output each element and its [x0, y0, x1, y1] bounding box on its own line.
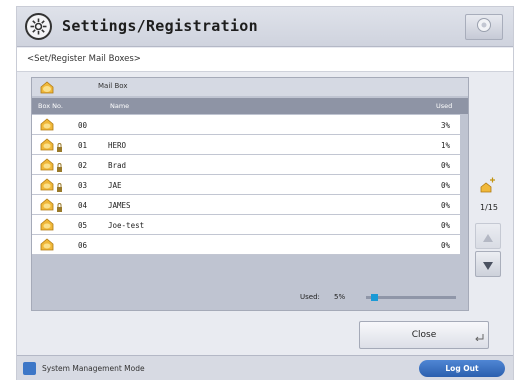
- mailbox-used: 0%: [440, 241, 450, 250]
- mailbox-used: 1%: [440, 141, 450, 150]
- column-used: Used: [436, 102, 453, 110]
- system-mode-icon: [23, 362, 36, 375]
- screen-subtitle: <Set/Register Mail Boxes>: [27, 54, 141, 64]
- jump-to-icon[interactable]: [477, 177, 499, 199]
- mailbox-name: Brad: [108, 161, 127, 170]
- system-mode-label: System Management Mode: [42, 364, 145, 373]
- logout-label: Log Out: [445, 364, 479, 373]
- used-value: 5%: [334, 293, 346, 301]
- mailbox-icon: [40, 118, 64, 134]
- mailbox-header: Mail Box: [32, 78, 468, 96]
- mailbox-icon: [40, 138, 64, 154]
- settings-gear-icon: [25, 13, 52, 40]
- mailbox-row[interactable]: 00 3%: [32, 115, 460, 135]
- page-down-button[interactable]: [475, 251, 501, 277]
- settings-registration-screen: Settings/Registration <Set/Register Mail…: [16, 6, 514, 380]
- mailbox-list-panel: Mail Box Box No. Name Used 00 3% 01 HERO 1% 0…: [31, 77, 469, 311]
- logout-button[interactable]: Log Out: [419, 360, 505, 377]
- mailbox-number: 06: [78, 241, 88, 250]
- mailbox-used: 0%: [440, 181, 450, 190]
- page-title: Settings/Registration: [62, 17, 258, 35]
- mailbox-number: 05: [78, 221, 88, 230]
- mailbox-used: 0%: [440, 161, 450, 170]
- page-up-button[interactable]: [475, 223, 501, 249]
- mailbox-icon: [40, 238, 64, 254]
- mailbox-number: 01: [78, 141, 88, 150]
- close-button[interactable]: Close: [359, 321, 489, 349]
- mailbox-number: 04: [78, 201, 88, 210]
- mailbox-used: 0%: [440, 201, 450, 210]
- column-header: Box No. Name Used: [32, 98, 468, 114]
- page-indicator: 1/15: [480, 203, 498, 212]
- arrow-up-icon: [483, 227, 493, 246]
- mailbox-label: Mail Box: [98, 82, 128, 90]
- used-label: Used:: [300, 293, 320, 301]
- mailbox-number: 02: [78, 161, 88, 170]
- mailbox-row[interactable]: 06 0%: [32, 235, 460, 255]
- mailbox-used: 0%: [440, 221, 450, 230]
- mailbox-number: 00: [78, 121, 88, 130]
- mailbox-rows: 00 3% 01 HERO 1% 02 Brad 0% 03 JAE 0% 04 JAMES 0% 05 Jo…: [32, 115, 460, 255]
- mailbox-name: HERO: [108, 141, 127, 150]
- mailbox-row[interactable]: 05 Joe-test 0%: [32, 215, 460, 235]
- mailbox-number: 03: [78, 181, 88, 190]
- used-progress-fill: [371, 294, 378, 301]
- mailbox-row[interactable]: 02 Brad 0%: [32, 155, 460, 175]
- home-button[interactable]: [465, 14, 503, 40]
- arrow-down-icon: [483, 255, 493, 274]
- home-icon: [476, 17, 492, 37]
- mailbox-icon: [40, 198, 64, 214]
- used-indicator: Used: 5%: [32, 285, 468, 309]
- status-bar: System Management Mode Log Out: [17, 355, 513, 380]
- mailbox-name: Joe-test: [108, 221, 145, 230]
- mailbox-name: JAMES: [108, 201, 131, 210]
- mailbox-icon: [39, 80, 55, 99]
- column-box-no: Box No.: [38, 102, 63, 110]
- subtitle-bar: <Set/Register Mail Boxes>: [17, 48, 513, 72]
- mailbox-icon: [40, 158, 64, 174]
- mailbox-row[interactable]: 04 JAMES 0%: [32, 195, 460, 215]
- header-bar: Settings/Registration: [17, 7, 513, 47]
- used-progress-bar: [366, 294, 456, 301]
- mailbox-row[interactable]: 01 HERO 1%: [32, 135, 460, 155]
- close-button-label: Close: [411, 330, 437, 340]
- mailbox-used: 3%: [440, 121, 450, 130]
- mailbox-icon: [40, 218, 64, 234]
- mailbox-name: JAE: [108, 181, 122, 190]
- return-arrow-icon: [475, 334, 484, 344]
- column-name: Name: [110, 102, 130, 110]
- mailbox-icon: [40, 178, 64, 194]
- mailbox-row[interactable]: 03 JAE 0%: [32, 175, 460, 195]
